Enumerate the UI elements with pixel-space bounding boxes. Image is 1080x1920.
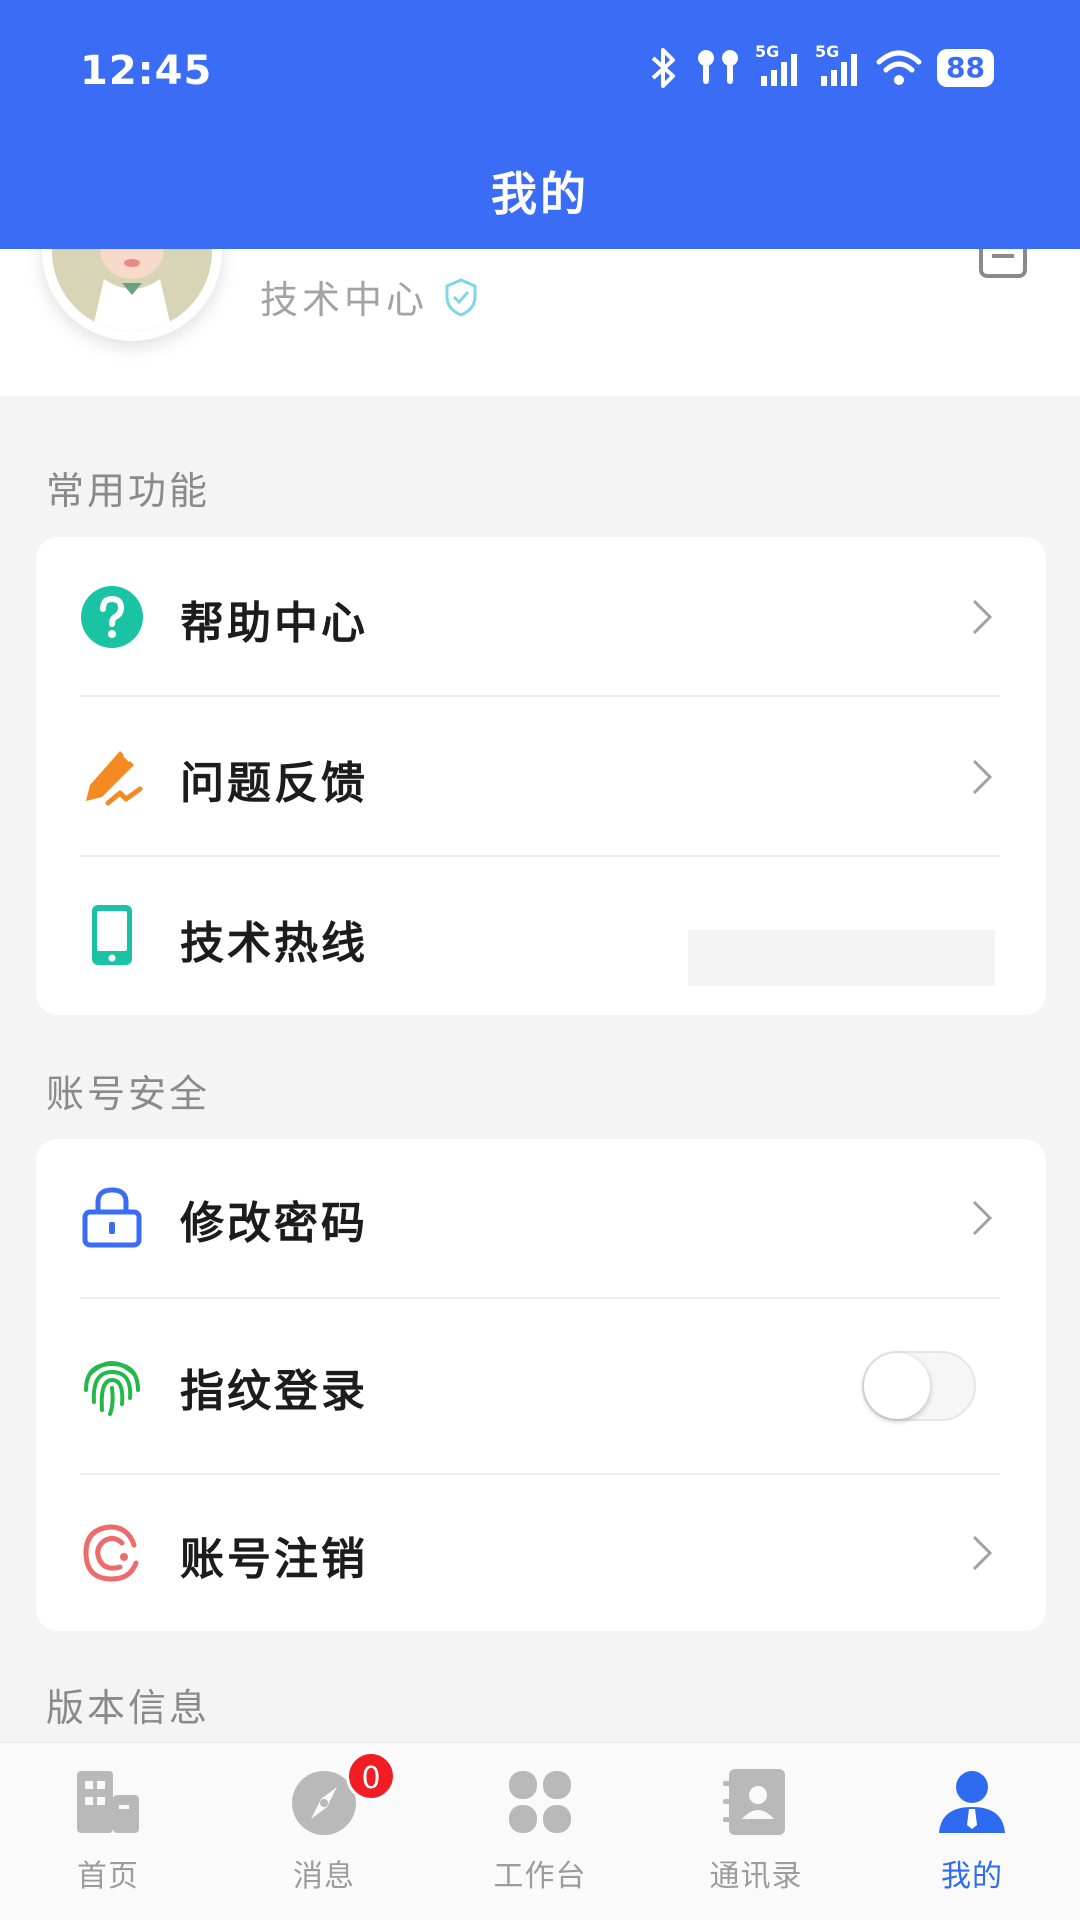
account-security-card: 修改密码 指纹登录 账号注销 xyxy=(36,1139,1046,1631)
logout-circle-icon xyxy=(83,1524,139,1582)
tab-workbench[interactable]: 工作台 xyxy=(432,1743,648,1920)
feedback-label: 问题反馈 xyxy=(180,758,368,809)
department-label: 技术中心 xyxy=(260,278,429,322)
page-title: 我的 xyxy=(491,167,589,221)
tech-hotline-label: 技术热线 xyxy=(180,918,368,969)
battery-indicator: 88 xyxy=(937,49,994,87)
tab-contacts-label: 通讯录 xyxy=(709,1859,803,1894)
tab-mine[interactable]: 我的 xyxy=(864,1743,1080,1920)
lock-icon xyxy=(82,1187,142,1248)
avatar-illustration xyxy=(52,249,212,331)
person-icon xyxy=(939,1771,1005,1833)
account-cancel-row[interactable]: 账号注销 xyxy=(36,1475,1046,1631)
tab-messages[interactable]: 0 消息 xyxy=(216,1743,432,1920)
question-circle-icon xyxy=(81,586,143,648)
avatar[interactable] xyxy=(42,249,222,341)
account-cancel-label: 账号注销 xyxy=(180,1534,368,1585)
fingerprint-login-label: 指纹登录 xyxy=(180,1366,368,1417)
department-row: 技术中心 xyxy=(260,269,478,324)
feedback-row[interactable]: 问题反馈 xyxy=(36,697,1046,857)
tab-home[interactable]: 首页 xyxy=(0,1743,216,1920)
help-center-label: 帮助中心 xyxy=(180,598,368,649)
tab-contacts[interactable]: 通讯录 xyxy=(648,1743,864,1920)
chevron-right-icon xyxy=(972,599,993,635)
profile-card[interactable]: 技术中心 xyxy=(0,249,1080,396)
fingerprint-toggle[interactable] xyxy=(862,1351,976,1421)
change-password-label: 修改密码 xyxy=(180,1198,368,1249)
earbuds-icon xyxy=(698,50,739,84)
message-badge: 0 xyxy=(346,1751,396,1801)
phone-icon xyxy=(92,905,132,965)
pencil-feedback-icon xyxy=(86,751,143,806)
tab-messages-label: 消息 xyxy=(293,1859,355,1894)
section-label-common: 常用功能 xyxy=(46,469,211,513)
tab-mine-label: 我的 xyxy=(941,1859,1003,1894)
contacts-icon xyxy=(723,1769,785,1835)
section-label-version: 版本信息 xyxy=(46,1686,211,1730)
edit-profile-icon[interactable] xyxy=(978,249,1028,279)
change-password-row[interactable]: 修改密码 xyxy=(36,1139,1046,1297)
signal-5g-icon: 5G xyxy=(755,42,801,88)
section-label-account: 账号安全 xyxy=(46,1072,211,1116)
status-icons: 5G 5G 88 xyxy=(647,42,994,90)
signal-5g-icon-2: 5G xyxy=(815,42,861,88)
status-time: 12:45 xyxy=(80,48,213,94)
bluetooth-icon xyxy=(651,48,676,88)
wifi-icon xyxy=(876,50,922,85)
hotline-redacted-area xyxy=(688,930,995,986)
toggle-knob xyxy=(864,1353,930,1419)
tab-workbench-label: 工作台 xyxy=(493,1859,587,1894)
fingerprint-login-row: 指纹登录 xyxy=(36,1299,1046,1473)
chevron-right-icon xyxy=(972,1200,993,1236)
tab-home-label: 首页 xyxy=(77,1859,139,1894)
building-icon xyxy=(77,1771,139,1833)
fingerprint-icon xyxy=(84,1361,140,1416)
bottom-tab-bar: 首页 0 消息 工作台 通讯录 我的 xyxy=(0,1742,1080,1920)
chevron-right-icon xyxy=(972,759,993,795)
common-functions-card: 帮助中心 问题反馈 技术热线 xyxy=(36,537,1046,1015)
grid-icon xyxy=(509,1771,571,1833)
chevron-right-icon xyxy=(972,1535,993,1571)
app-header: 12:45 5G 5G 88 我的 xyxy=(0,0,1080,249)
verified-shield-icon xyxy=(445,277,477,317)
help-center-row[interactable]: 帮助中心 xyxy=(36,537,1046,697)
